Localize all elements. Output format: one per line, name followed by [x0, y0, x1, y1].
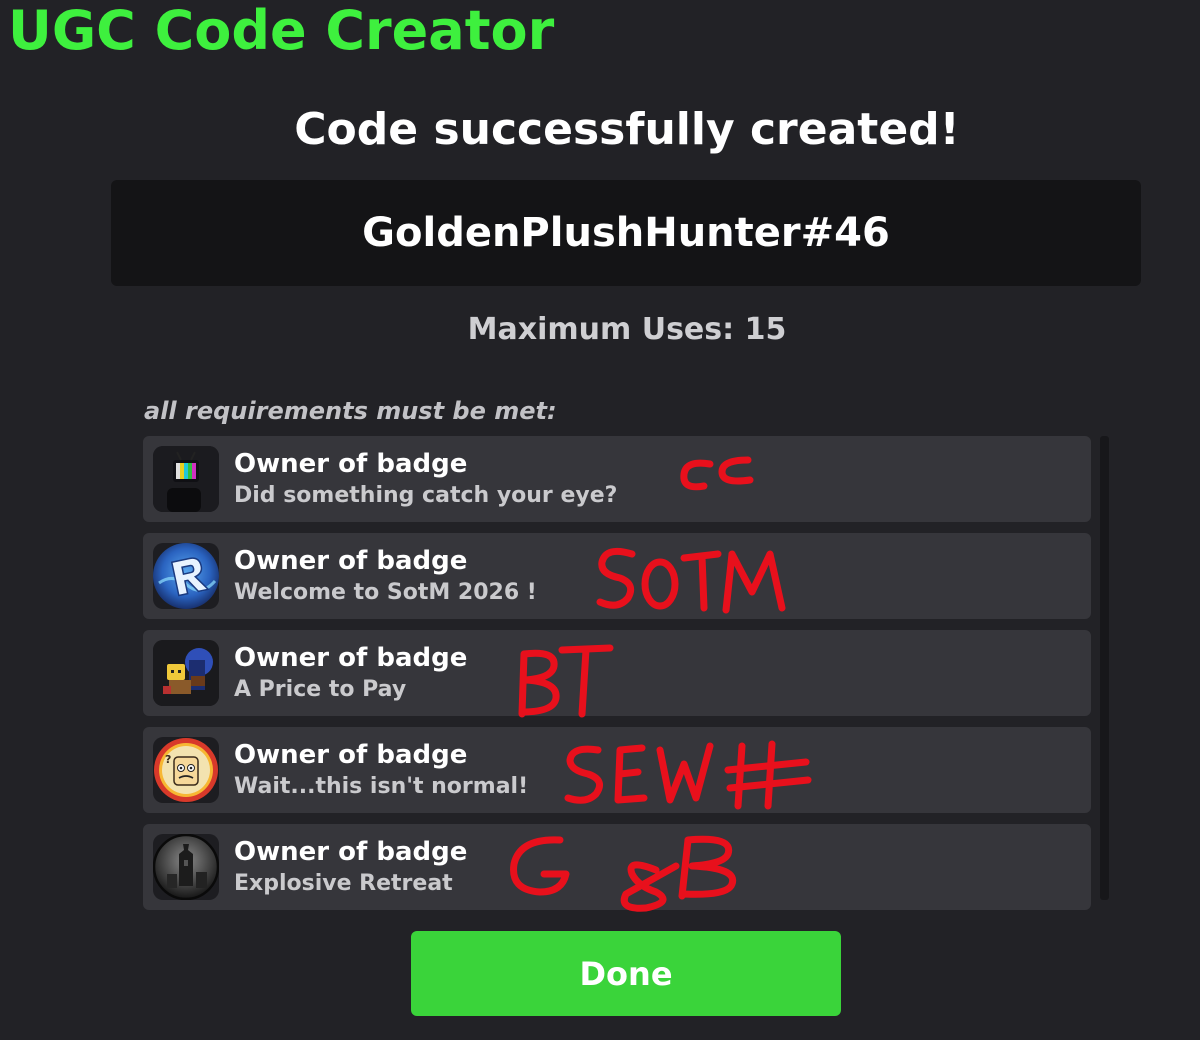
- tv-head-character-icon: [153, 446, 219, 512]
- done-button[interactable]: Done: [411, 931, 841, 1016]
- blue-r-logo-icon: [153, 543, 219, 609]
- code-display-box[interactable]: GoldenPlushHunter#46: [111, 180, 1141, 286]
- requirements-list[interactable]: Owner of badge Did something catch your …: [143, 436, 1091, 921]
- requirements-scrollbar[interactable]: [1100, 436, 1109, 900]
- success-heading: Code successfully created!: [294, 104, 960, 155]
- requirements-header: all requirements must be met:: [144, 397, 557, 425]
- requirement-badge-name: Did something catch your eye?: [234, 483, 618, 508]
- requirement-title: Owner of badge: [234, 546, 468, 576]
- requirement-badge-name: Explosive Retreat: [234, 871, 453, 896]
- requirement-badge-name: A Price to Pay: [234, 677, 407, 702]
- requirement-badge-name: Welcome to SotM 2026 !: [234, 580, 537, 605]
- requirement-row: Owner of badge A Price to Pay: [143, 630, 1091, 716]
- requirement-row: ? Owner of badge Wait...this isn't norma…: [143, 727, 1091, 813]
- requirement-badge-name: Wait...this isn't normal!: [234, 774, 529, 799]
- requirement-title: Owner of badge: [234, 740, 468, 770]
- generated-code[interactable]: GoldenPlushHunter#46: [362, 210, 890, 256]
- maximum-uses-label: Maximum Uses: 15: [467, 312, 787, 347]
- requirement-row: Owner of badge Welcome to SotM 2026 !: [143, 533, 1091, 619]
- cartoon-face-icon: ?: [153, 737, 219, 803]
- requirement-title: Owner of badge: [234, 449, 468, 479]
- requirement-title: Owner of badge: [234, 837, 468, 867]
- dark-tower-icon: [153, 834, 219, 900]
- svg-text:?: ?: [165, 753, 171, 766]
- requirement-title: Owner of badge: [234, 643, 468, 673]
- app-title: UGC Code Creator: [8, 0, 555, 62]
- requirement-row: Owner of badge Did something catch your …: [143, 436, 1091, 522]
- blocky-character-icon: [153, 640, 219, 706]
- requirement-row: Owner of badge Explosive Retreat: [143, 824, 1091, 910]
